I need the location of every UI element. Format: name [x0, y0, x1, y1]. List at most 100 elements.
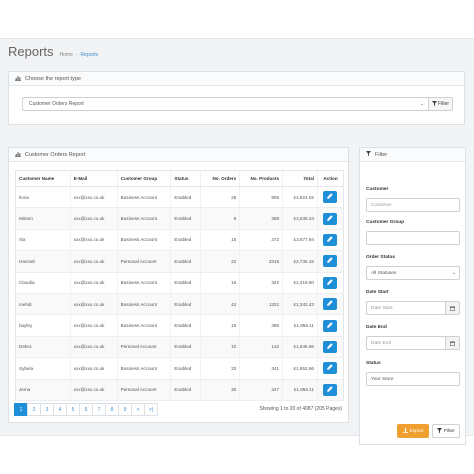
app-content: Reports Home › Reports Choose the report… [0, 38, 474, 445]
cell-no-products: 322 [239, 272, 283, 294]
edit-button[interactable] [323, 383, 338, 396]
cell-total: £1,946.66 [282, 336, 318, 359]
bar-chart-icon [15, 151, 21, 159]
date-end-placeholder: Date End [371, 340, 392, 346]
page-header: Reports Home › Reports [8, 44, 101, 59]
export-button[interactable]: Export [397, 424, 429, 438]
calendar-icon[interactable] [445, 302, 459, 314]
page-link-4[interactable]: 4 [53, 403, 67, 416]
cell-customer-group: Business Account [116, 207, 171, 230]
edit-button[interactable] [323, 298, 338, 311]
order-status-value: All Statuses [371, 270, 397, 276]
pencil-icon [327, 236, 334, 244]
customer-group-select[interactable] [366, 231, 460, 245]
calendar-icon[interactable] [445, 337, 459, 349]
cell-no-products: 3318 [239, 250, 283, 273]
download-icon [402, 427, 408, 435]
page-link-7[interactable]: 7 [92, 403, 106, 416]
page-link-5[interactable]: 5 [66, 403, 80, 416]
cell-action [316, 357, 345, 380]
cell-customer-name: Hannah [15, 250, 71, 273]
apply-filter-button[interactable]: Filter [432, 424, 460, 438]
date-end-input[interactable]: Date End [366, 336, 460, 350]
cell-no-products: 142 [239, 336, 283, 359]
table-row: Debra xxx@xxx.co.uk Personal Account Enable… [15, 336, 345, 359]
cell-customer-group: Personal Account [116, 250, 171, 273]
report-filter-button[interactable]: Filter [429, 97, 453, 111]
cell-customer-group: Business Account [116, 314, 171, 337]
customer-orders-title: Customer Orders Report [25, 151, 86, 158]
edit-button[interactable] [323, 212, 338, 225]
pagination-info: Showing 1 to 20 of 4087 (205 Pages) [259, 406, 342, 412]
chevron-down-icon: ⌄ [451, 270, 456, 276]
table-row: Hannah xxx@xxx.co.uk Personal Account Enabl… [15, 250, 345, 273]
cell-total: £3,639.24 [282, 207, 318, 230]
cell-status: Enabled [170, 207, 201, 230]
cell-customer-name: mehdi [15, 293, 71, 316]
cell-customer-name: rita [15, 229, 71, 252]
cell-no-orders: 15 [200, 229, 240, 252]
breadcrumb-home[interactable]: Home [60, 52, 73, 58]
page-link-6[interactable]: 6 [79, 403, 93, 416]
cell-customer-name: Miriam [15, 207, 71, 230]
cell-no-orders: 22 [200, 250, 240, 273]
edit-button[interactable] [323, 362, 338, 375]
cell-email: xxx@xxx.co.uk [69, 229, 118, 252]
cell-status: Enabled [170, 186, 201, 209]
col-no-orders[interactable]: No. Orders [200, 170, 240, 187]
page-link-1[interactable]: 1 [14, 403, 28, 416]
page-link-3[interactable]: 3 [40, 403, 54, 416]
col-no-products[interactable]: No. Products [239, 170, 283, 187]
page-link-11[interactable]: >| [144, 403, 158, 416]
cell-total: £2,736.15 [282, 250, 318, 273]
edit-button[interactable] [323, 340, 338, 353]
edit-button[interactable] [323, 276, 338, 289]
cell-no-products: 495 [239, 314, 283, 337]
cell-email: xxx@xxx.co.uk [69, 379, 118, 401]
pagination: 1 2 3 4 5 6 7 8 9 > >| [14, 403, 158, 416]
date-start-input[interactable]: Date Start [366, 301, 460, 315]
edit-button[interactable] [323, 319, 338, 332]
cell-status: Enabled [170, 336, 201, 359]
table-header-row: Customer Name E-Mail Customer Group Stat… [15, 170, 345, 187]
breadcrumb-separator: › [75, 52, 78, 58]
cell-no-orders: 30 [200, 379, 240, 401]
col-total[interactable]: Total [282, 170, 318, 187]
store-select[interactable]: Your Store [366, 372, 460, 386]
cell-status: Enabled [170, 357, 201, 380]
col-status[interactable]: Status [170, 170, 201, 187]
edit-button[interactable] [323, 255, 338, 268]
page-link-8[interactable]: 8 [105, 403, 119, 416]
col-action: Action [316, 170, 345, 187]
cell-customer-name: Jema [15, 379, 71, 401]
breadcrumb-reports[interactable]: Reports [81, 52, 99, 58]
cell-no-orders: 33 [200, 357, 240, 380]
col-customer-group[interactable]: Customer Group [116, 170, 171, 187]
report-filter-label: Filter [437, 101, 450, 107]
page-link-2[interactable]: 2 [27, 403, 41, 416]
page-link-10[interactable]: > [131, 403, 145, 416]
filter-heading: Filter [360, 148, 465, 162]
page-link-9[interactable]: 9 [118, 403, 132, 416]
table-row: hayley xxx@xxx.co.uk Business Account Enabl… [15, 314, 345, 337]
cell-status: Enabled [170, 272, 201, 294]
pencil-icon [327, 279, 334, 287]
customer-orders-panel: Customer Orders Report Customer Name E-M… [8, 147, 349, 423]
col-customer-name[interactable]: Customer Name [15, 170, 71, 187]
breadcrumb: Home › Reports [60, 52, 102, 58]
edit-button[interactable] [323, 191, 338, 204]
chevron-down-icon: ⌄ [419, 101, 424, 107]
cell-action [316, 293, 345, 316]
store-label: Status [366, 361, 381, 366]
customer-orders-heading: Customer Orders Report [9, 148, 348, 162]
order-status-select[interactable]: All Statuses ⌄ [366, 266, 460, 280]
cell-action [316, 314, 345, 337]
cell-customer-name: Sybela [15, 357, 71, 380]
edit-button[interactable] [323, 233, 338, 246]
cell-no-products: 906 [239, 186, 283, 209]
cell-status: Enabled [170, 250, 201, 273]
bar-chart-icon [15, 75, 21, 83]
col-email[interactable]: E-Mail [69, 170, 118, 187]
customer-input[interactable]: Customer [366, 198, 460, 212]
report-type-select[interactable]: Customer Orders Report ⌄ [22, 97, 429, 111]
